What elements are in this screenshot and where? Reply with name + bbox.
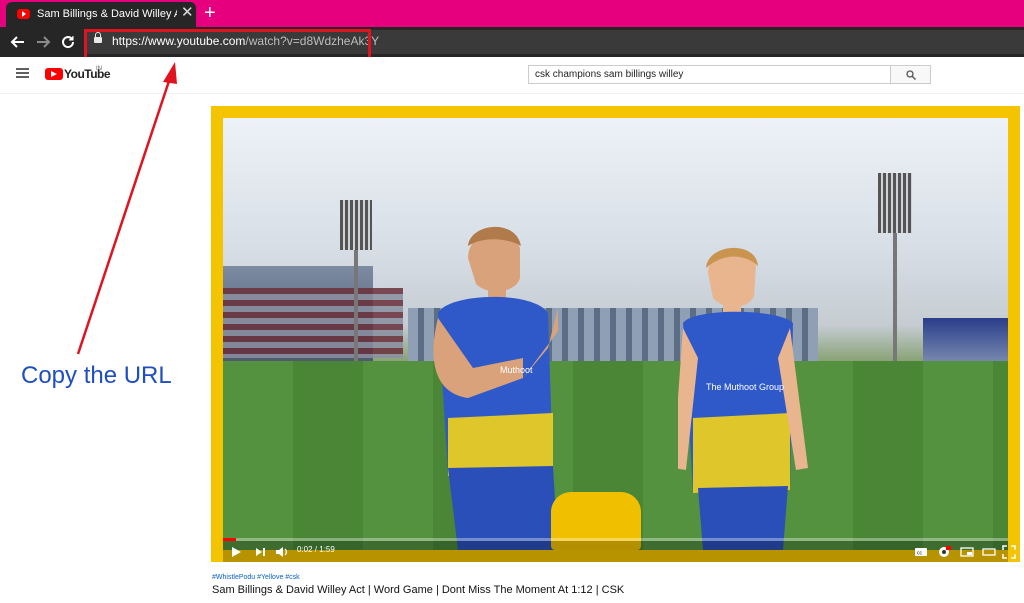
tab-close-button[interactable]: ✕ [181, 5, 194, 21]
youtube-favicon [17, 9, 30, 19]
theater-icon[interactable] [982, 545, 996, 559]
annotation-text: Copy the URL [21, 362, 172, 389]
video-title: Sam Billings & David Willey Act | Word G… [212, 584, 625, 596]
browser-tab-strip: Sam Billings & David Willey Act | Word G… [0, 0, 1024, 27]
region-label: IN [96, 66, 102, 72]
video-hashtags[interactable]: #WhistlePodu #Yellove #csk [212, 574, 300, 581]
floodlight-head-left [340, 200, 372, 250]
svg-text:cc: cc [917, 551, 923, 557]
next-icon[interactable] [253, 545, 267, 559]
browser-toolbar: https://www.youtube.com/watch?v=d8WdzheA… [0, 27, 1024, 57]
player-left-figure: Muthoot [433, 226, 558, 550]
lock-icon [94, 32, 102, 43]
jersey-sponsor-text: Muthoot [500, 365, 533, 375]
player-right-figure: The Muthoot Group [678, 247, 808, 550]
play-icon[interactable] [229, 545, 243, 559]
youtube-header: YouTube IN csk champions sam billings wi… [0, 57, 1024, 94]
stadium-stand-right [923, 318, 1008, 363]
url-text[interactable]: https://www.youtube.com/watch?v=d8WdzheA… [112, 34, 379, 48]
browser-tab[interactable]: Sam Billings & David Willey Act | Word G… [6, 2, 196, 27]
time-display: 0:02 / 1:59 [297, 545, 335, 554]
video-frame[interactable]: Muthoot The Muthoot Group [223, 118, 1008, 550]
search-button[interactable] [891, 65, 931, 84]
player-controls: 0:02 / 1:59 cc [223, 541, 1016, 562]
menu-icon[interactable] [16, 68, 29, 78]
tab-title: Sam Billings & David Willey Act | Word G… [37, 8, 177, 20]
back-arrow-icon[interactable] [8, 32, 28, 52]
floodlight-head-right [878, 173, 912, 233]
forward-arrow-icon[interactable] [33, 32, 53, 52]
youtube-logo-text[interactable]: YouTube [64, 67, 111, 81]
address-bar[interactable]: https://www.youtube.com/watch?v=d8WdzheA… [85, 30, 1024, 54]
settings-icon[interactable] [937, 545, 951, 559]
stadium-seats-left [223, 288, 403, 358]
url-path: /watch?v=d8WdzheAk3Y [245, 34, 380, 48]
new-tab-button[interactable]: + [204, 2, 216, 24]
fullscreen-icon[interactable] [1002, 545, 1016, 559]
search-input[interactable]: csk champions sam billings willey [528, 65, 891, 84]
floodlight-tower-right [893, 218, 897, 368]
search-icon [906, 70, 916, 80]
url-host: https://www.youtube.com [112, 34, 246, 48]
jersey-sponsor-text: The Muthoot Group [706, 382, 784, 392]
video-player[interactable]: Muthoot The Muthoot Group 0:02 / 1:59 cc [211, 106, 1020, 562]
volume-icon[interactable] [274, 545, 290, 559]
youtube-logo-icon[interactable] [45, 68, 63, 80]
reload-icon[interactable] [58, 32, 78, 52]
search-query: csk champions sam billings willey [535, 69, 684, 80]
captions-icon[interactable]: cc [914, 545, 928, 559]
miniplayer-icon[interactable] [960, 545, 974, 559]
